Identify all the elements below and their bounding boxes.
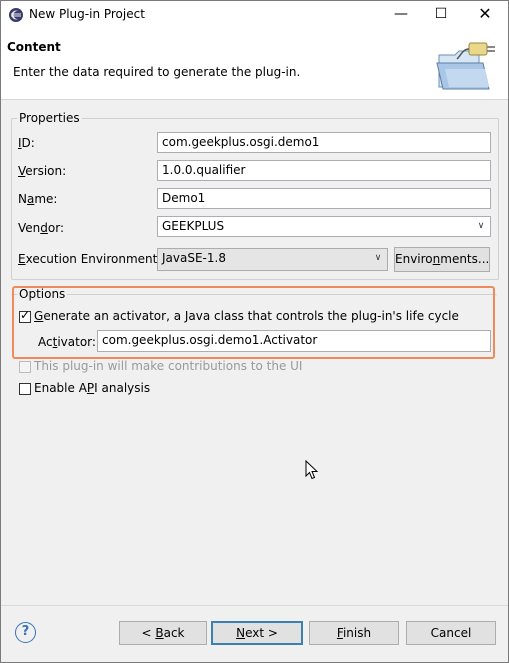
next-button[interactable]: Next > — [211, 621, 303, 645]
execution-environment-value: JavaSE-1.8 — [162, 251, 226, 265]
name-label: Name: — [18, 192, 58, 206]
api-analysis-checkbox[interactable] — [19, 383, 31, 395]
version-input[interactable]: 1.0.0.qualifier — [157, 160, 491, 181]
api-analysis-label[interactable]: Enable API analysis — [34, 381, 150, 395]
maximize-button[interactable]: ☐ — [421, 1, 461, 29]
contributions-checkbox — [19, 361, 31, 373]
finish-button[interactable]: Finish — [309, 621, 399, 645]
minimize-button[interactable]: — — [381, 1, 421, 29]
title-bar: New Plug-in Project — ☐ ✕ — [1, 1, 508, 29]
cancel-button[interactable]: Cancel — [406, 621, 496, 645]
name-input[interactable]: Demo1 — [157, 188, 491, 209]
wizard-window: New Plug-in Project — ☐ ✕ Content Enter … — [0, 0, 509, 663]
help-icon[interactable]: ? — [15, 622, 36, 643]
vendor-value: GEEKPLUS — [162, 219, 225, 233]
contributions-label: This plug-in will make contributions to … — [34, 359, 303, 373]
plugin-folder-icon — [436, 42, 495, 90]
window-title: New Plug-in Project — [29, 7, 145, 21]
execution-environment-combo[interactable]: JavaSE-1.8 ∨ — [157, 248, 388, 271]
version-label: Version: — [18, 164, 67, 178]
id-label: ID: — [18, 136, 35, 150]
mouse-cursor-icon — [305, 460, 319, 480]
wizard-header: Content Enter the data required to gener… — [1, 29, 508, 100]
back-button[interactable]: < Back — [119, 621, 207, 645]
vendor-label: Vendor: — [18, 221, 64, 235]
close-button[interactable]: ✕ — [465, 1, 505, 29]
page-description: Enter the data required to generate the … — [13, 65, 301, 79]
properties-group-label: Properties — [17, 111, 82, 125]
execution-environment-label: Execution Environment: — [18, 252, 162, 266]
vendor-combo[interactable]: GEEKPLUS ∨ — [157, 216, 491, 237]
chevron-down-icon[interactable]: ∨ — [472, 217, 490, 236]
highlight-box — [12, 286, 495, 359]
environments-button[interactable]: Environments... — [394, 247, 490, 272]
id-input[interactable]: com.geekplus.osgi.demo1 — [157, 132, 491, 153]
chevron-down-icon[interactable]: ∨ — [369, 249, 387, 268]
eclipse-app-icon — [9, 8, 23, 22]
page-title: Content — [7, 40, 61, 54]
footer-separator — [1, 605, 508, 606]
